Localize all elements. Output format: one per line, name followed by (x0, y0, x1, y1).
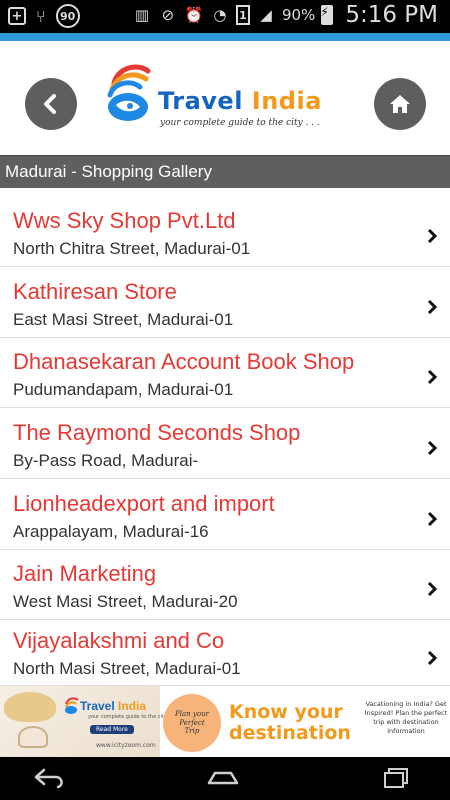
status-bar: + ⑂ 90 ▥ ⊘ ⏰ ◔ 1 ◢ 90% 5:16 PM (0, 0, 450, 33)
shop-name: Lionheadexport and import (13, 491, 275, 516)
section-title: Madurai - Shopping Gallery (5, 162, 212, 181)
shop-address: Pudumandapam, Madurai-01 (13, 380, 234, 399)
usb-icon: ⑂ (36, 6, 46, 26)
ad-image: Travel India your complete guide to the … (0, 686, 167, 757)
shop-address: West Masi Street, Madurai-20 (13, 592, 238, 611)
ad-description: Vacationing in India? Get Inspired! Plan… (364, 700, 448, 735)
shop-name: Vijayalakshmi and Co (13, 628, 225, 653)
shop-name: Jain Marketing (13, 561, 157, 586)
shop-name: Wws Sky Shop Pvt.Ltd (13, 208, 236, 233)
nav-home-icon[interactable] (203, 765, 243, 791)
app-header: Travel India your complete guide to the … (0, 41, 450, 155)
chevron-right-icon (427, 228, 438, 244)
ad-tagline: your complete guide to the city (88, 714, 167, 720)
system-nav-bar (0, 757, 450, 800)
chevron-right-icon (427, 650, 438, 666)
battery-charging-icon (320, 5, 334, 25)
nav-back-icon[interactable] (30, 765, 70, 791)
shop-address: By-Pass Road, Madurai- (13, 451, 199, 470)
add-notification-icon: + (8, 7, 26, 25)
shop-name: Kathiresan Store (13, 279, 177, 304)
shop-name: The Raymond Seconds Shop (13, 420, 301, 445)
chevron-right-icon (427, 581, 438, 597)
shop-address: North Masi Street, Madurai-01 (13, 659, 241, 678)
clock: 5:16 PM (345, 2, 438, 28)
list-item[interactable]: Vijayalakshmi and Co North Masi Street, … (0, 620, 450, 686)
nav-recents-icon[interactable] (377, 765, 417, 791)
logo-tagline: your complete guide to the city . . . (160, 118, 320, 128)
list-item[interactable]: Jain Marketing West Masi Street, Madurai… (0, 549, 450, 620)
chevron-left-icon (44, 94, 56, 114)
signal-icon: ◢ (260, 6, 272, 24)
notification-count-icon: 90 (55, 4, 80, 28)
ad-headline: Know your destination (229, 701, 351, 744)
ad-url: www.icityzoom.com (96, 742, 156, 749)
list-item[interactable]: The Raymond Seconds Shop By-Pass Road, M… (0, 408, 450, 479)
shop-address: East Masi Street, Madurai-01 (13, 310, 234, 329)
back-button[interactable] (25, 78, 77, 130)
ad-banner[interactable]: Travel India your complete guide to the … (0, 685, 450, 757)
list-item[interactable]: Dhanasekaran Account Book Shop Pudumanda… (0, 337, 450, 408)
battery-percent: 90% (281, 6, 316, 24)
ad-logo-emblem-icon (65, 697, 79, 714)
chevron-right-icon (427, 299, 438, 315)
mute-icon: ⊘ (161, 6, 175, 24)
ad-logo-text: Travel India (80, 699, 147, 713)
alarm-icon: ⏰ (184, 6, 204, 24)
home-icon (390, 95, 410, 113)
logo-title: Travel India (158, 87, 322, 115)
shop-address: North Chitra Street, Madurai-01 (13, 239, 251, 258)
accent-line (0, 33, 450, 41)
chevron-right-icon (427, 511, 438, 527)
travel-india-logo: Travel India your complete guide to the … (104, 55, 334, 135)
list-item[interactable]: Lionheadexport and import Arappalayam, M… (0, 479, 450, 550)
shop-address: Arappalayam, Madurai-16 (13, 522, 209, 541)
vibrate-icon: ▥ (134, 6, 150, 24)
ad-plan-badge: Plan your Perfect Trip (163, 694, 221, 752)
shop-name: Dhanasekaran Account Book Shop (13, 349, 355, 374)
chevron-right-icon (427, 440, 438, 456)
wifi-icon: ◔ (213, 6, 227, 24)
shell-image (18, 726, 48, 748)
sim-icon: 1 (235, 5, 250, 25)
straw-hat-image (4, 692, 56, 722)
list-item[interactable]: Wws Sky Shop Pvt.Ltd North Chitra Street… (0, 196, 450, 267)
home-button[interactable] (374, 78, 426, 130)
section-header: Madurai - Shopping Gallery (0, 155, 450, 188)
chevron-right-icon (427, 369, 438, 385)
logo-emblem-icon (107, 64, 151, 121)
list-item[interactable]: Kathiresan Store East Masi Street, Madur… (0, 267, 450, 338)
ad-read-more-button[interactable]: Read More (90, 725, 134, 734)
